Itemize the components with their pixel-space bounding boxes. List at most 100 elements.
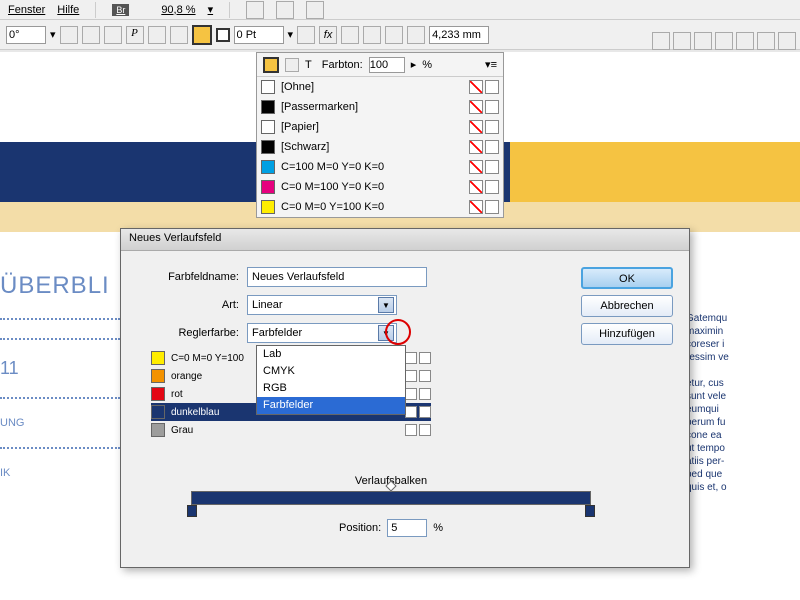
swatch-name: [Ohne] [281, 81, 463, 93]
dropdown-arrow-icon[interactable]: ▾ [50, 28, 56, 41]
text: IK [0, 467, 120, 479]
swatch-name-input[interactable] [247, 267, 427, 287]
chevron-down-icon: ▼ [378, 325, 394, 341]
dropdown-option[interactable]: CMYK [257, 363, 405, 380]
icon[interactable] [673, 32, 691, 50]
fit-icon[interactable] [407, 26, 425, 44]
zoom-level[interactable]: 90,8 % [161, 4, 195, 16]
type-icon[interactable]: T [305, 59, 312, 71]
page-number: 11 [0, 358, 120, 379]
ok-button[interactable]: OK [581, 267, 673, 289]
color-row[interactable]: Grau [151, 421, 431, 439]
color-type-icon [485, 140, 499, 154]
swatch-row[interactable]: C=100 M=0 Y=0 K=0 [257, 157, 503, 177]
position-input[interactable] [387, 519, 427, 537]
none-icon [469, 200, 483, 214]
stop-color-label: Reglerfarbe: [137, 327, 247, 339]
fill-color[interactable] [192, 25, 212, 45]
effects-icon[interactable] [297, 26, 315, 44]
stroke-color[interactable] [216, 28, 230, 42]
dropdown-option[interactable]: RGB [257, 380, 405, 397]
align-icon[interactable] [341, 26, 359, 44]
tint-arrow[interactable]: ▸ [411, 58, 417, 71]
panel-menu-icon[interactable]: ▾≡ [485, 58, 497, 71]
stroke-weight-input[interactable] [234, 26, 284, 44]
bridge-icon[interactable]: Br [112, 4, 129, 16]
icon[interactable] [778, 32, 796, 50]
none-icon [469, 140, 483, 154]
fx-icon[interactable]: fx [319, 26, 337, 44]
fill-proxy[interactable] [263, 57, 279, 73]
icon[interactable] [652, 32, 670, 50]
color-type-icon [485, 120, 499, 134]
rotation-input[interactable] [6, 26, 46, 44]
stop-color-dropdown[interactable]: LabCMYKRGBFarbfelder [256, 345, 406, 415]
dropdown-option[interactable]: Lab [257, 346, 405, 363]
gradient-stop-right[interactable] [585, 505, 595, 517]
dialog-title: Neues Verlaufsfeld [121, 229, 689, 251]
swatch-row[interactable]: C=0 M=0 Y=100 K=0 [257, 197, 503, 217]
wrap-icon[interactable] [363, 26, 381, 44]
screen-mode-icon[interactable] [276, 1, 294, 19]
color-mode-icon [405, 352, 417, 364]
gradient-stop-left[interactable] [187, 505, 197, 517]
color-chip [151, 387, 165, 401]
color-chip [151, 351, 165, 365]
dropdown-arrow-icon[interactable]: ▾ [288, 28, 294, 41]
swatch-name: C=0 M=0 Y=100 K=0 [281, 201, 463, 213]
dropdown-option[interactable]: Farbfelder [257, 397, 405, 414]
icon[interactable] [757, 32, 775, 50]
position-label: Position: [339, 522, 381, 534]
type-select[interactable]: Linear▼ [247, 295, 397, 315]
swatch-chip [261, 120, 275, 134]
text: UNG [0, 417, 120, 429]
swatch-row[interactable]: C=0 M=100 Y=0 K=0 [257, 177, 503, 197]
swatch-row[interactable]: [Schwarz] [257, 137, 503, 157]
swatch-row[interactable]: [Papier] [257, 117, 503, 137]
swatch-list[interactable]: [Ohne] [Passermarken][Papier] [Schwarz] C=1… [257, 77, 503, 217]
icon[interactable] [715, 32, 733, 50]
flip-v-icon[interactable] [82, 26, 100, 44]
add-button[interactable]: Hinzufügen [581, 323, 673, 345]
icon[interactable] [694, 32, 712, 50]
menu-hilfe[interactable]: Hilfe [57, 4, 79, 16]
p-icon[interactable]: P [126, 26, 144, 44]
gradient-ramp[interactable] [191, 491, 591, 505]
color-type-icon [485, 80, 499, 94]
page-left-text: ÜBERBLI 11 UNG IK [0, 252, 120, 479]
rotate-icon[interactable] [104, 26, 122, 44]
none-icon [469, 100, 483, 114]
flip-h-icon[interactable] [60, 26, 78, 44]
icon[interactable] [736, 32, 754, 50]
swatch-chip [261, 180, 275, 194]
measure-input[interactable] [429, 26, 489, 44]
tint-input[interactable] [369, 57, 405, 73]
menu-fenster[interactable]: Fenster [8, 4, 45, 16]
pct-label: % [433, 522, 443, 534]
swatch-chip [261, 200, 275, 214]
view-mode-icon[interactable] [246, 1, 264, 19]
color-type-icon [485, 200, 499, 214]
stop-color-select[interactable]: Farbfelder▼ [247, 323, 397, 343]
cancel-button[interactable]: Abbrechen [581, 295, 673, 317]
color-chip [151, 369, 165, 383]
dotted-line [0, 447, 120, 449]
select-icon[interactable] [148, 26, 166, 44]
link-icon[interactable] [170, 26, 188, 44]
menubar: Fenster Hilfe Br 90,8 % ▾ [0, 0, 800, 20]
dropdown-arrow-icon[interactable]: ▾ [208, 3, 214, 16]
color-mode-icon [405, 424, 417, 436]
frame-icon[interactable] [385, 26, 403, 44]
color-mode-icon [405, 388, 417, 400]
dotted-line [0, 397, 120, 399]
swatch-name-label: Farbfeldname: [137, 271, 247, 283]
swatch-row[interactable]: [Passermarken] [257, 97, 503, 117]
swatch-name: [Schwarz] [281, 141, 463, 153]
color-mode-icon [405, 406, 417, 418]
swatch-name: C=100 M=0 Y=0 K=0 [281, 161, 463, 173]
formatting-icon[interactable] [285, 58, 299, 72]
swatch-row[interactable]: [Ohne] [257, 77, 503, 97]
color-chip [151, 423, 165, 437]
none-icon [469, 160, 483, 174]
arrange-icon[interactable] [306, 1, 324, 19]
